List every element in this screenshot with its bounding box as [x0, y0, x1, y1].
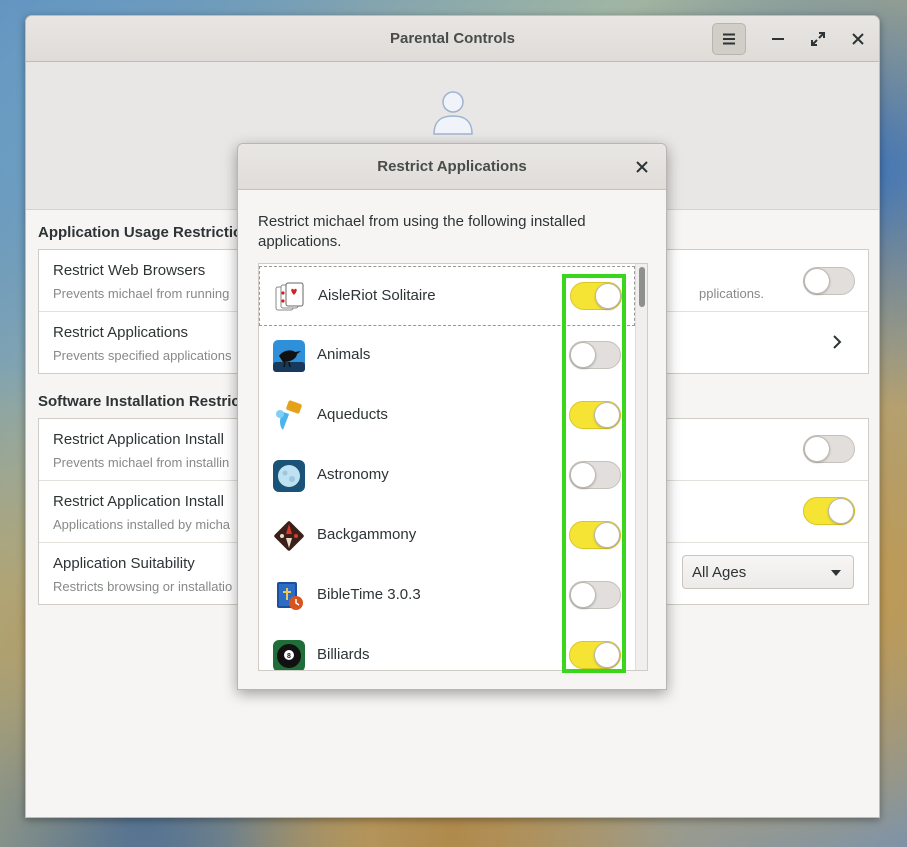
- install-section-heading: Software Installation Restric: [38, 393, 240, 410]
- restrict-web-browsers-switch[interactable]: [803, 267, 855, 295]
- row-subtitle: Prevents michael from installin: [53, 455, 230, 470]
- water-pipe-icon: [276, 400, 302, 430]
- bible-book-icon: [277, 582, 303, 610]
- headerbar: Parental Controls: [26, 16, 879, 62]
- minimize-button[interactable]: [761, 23, 795, 55]
- app-toggle-switch[interactable]: [569, 581, 621, 609]
- app-toggle-switch[interactable]: [569, 401, 621, 429]
- app-toggle-switch[interactable]: [569, 461, 621, 489]
- app-name: BibleTime 3.0.3: [317, 586, 421, 603]
- app-list-scrollbar[interactable]: [635, 264, 647, 670]
- eight-ball-icon: 8: [273, 640, 305, 670]
- app-name: Aqueducts: [317, 406, 388, 423]
- scrollbar-thumb[interactable]: [639, 267, 645, 307]
- hamburger-menu-icon: [723, 33, 735, 45]
- close-icon: [636, 161, 648, 173]
- restrict-applications-dialog: Restrict Applications Restrict michael f…: [237, 143, 667, 690]
- restrict-app-installation-switch[interactable]: [803, 435, 855, 463]
- row-subtitle: Prevents michael from running: [53, 286, 230, 301]
- row-title: Restrict Web Browsers: [53, 262, 206, 279]
- close-button[interactable]: [841, 23, 875, 55]
- row-title: Restrict Application Install: [53, 493, 224, 510]
- app-name: AisleRiot Solitaire: [318, 287, 436, 304]
- user-avatar-icon: [433, 91, 473, 135]
- row-subtitle: Restricts browsing or installatio: [53, 579, 233, 594]
- app-toggle-switch[interactable]: [569, 641, 621, 669]
- svg-text:8: 8: [287, 653, 291, 660]
- app-row[interactable]: Backgammony: [259, 506, 635, 566]
- app-name: Astronomy: [317, 466, 389, 483]
- dialog-header: Restrict Applications: [238, 144, 666, 190]
- crow-icon: [273, 340, 305, 372]
- dialog-description: Restrict michael from using the followin…: [258, 213, 586, 250]
- minimize-icon: [772, 38, 784, 40]
- row-subtitle: Applications installed by micha: [53, 517, 231, 532]
- maximize-icon: [811, 32, 825, 46]
- moon-icon: [273, 460, 305, 492]
- app-row[interactable]: Astronomy: [259, 446, 635, 506]
- suitability-dropdown[interactable]: All Ages: [682, 555, 854, 589]
- app-row[interactable]: AisleRiot Solitaire: [259, 266, 635, 326]
- app-toggle-switch[interactable]: [569, 341, 621, 369]
- app-toggle-switch[interactable]: [570, 282, 622, 310]
- chevron-right-icon: [833, 335, 842, 349]
- menu-button[interactable]: [712, 23, 746, 55]
- row-subtitle: Prevents specified applications: [53, 348, 232, 363]
- solitaire-cards-icon: [275, 282, 304, 311]
- app-row[interactable]: Animals: [259, 326, 635, 386]
- app-row[interactable]: BibleTime 3.0.3: [259, 566, 635, 626]
- dropdown-arrow-icon: [831, 570, 841, 576]
- app-row[interactable]: 8 Billiards: [259, 626, 635, 670]
- usage-section-heading: Application Usage Restrictio: [38, 224, 243, 241]
- row-title: Restrict Applications: [53, 324, 189, 341]
- app-name: Animals: [317, 346, 371, 363]
- app-name: Backgammony: [317, 526, 417, 543]
- window-title: Parental Controls: [389, 30, 516, 47]
- row-subtitle-continued: pplications.: [699, 286, 765, 301]
- row-title: Restrict Application Install: [53, 431, 224, 448]
- dialog-title: Restrict Applications: [377, 158, 527, 175]
- close-icon: [852, 33, 864, 45]
- app-name: Billiards: [317, 646, 370, 663]
- backgammon-board-icon: [274, 521, 304, 551]
- row-title: Application Suitability: [53, 555, 195, 572]
- restrict-app-installation-others-switch[interactable]: [803, 497, 855, 525]
- app-toggle-switch[interactable]: [569, 521, 621, 549]
- app-list: AisleRiot Solitaire Animals Aqueducts As…: [258, 263, 648, 671]
- dialog-close-button[interactable]: [630, 156, 654, 178]
- dropdown-value: All Ages: [692, 564, 747, 581]
- maximize-button[interactable]: [801, 23, 835, 55]
- app-row[interactable]: Aqueducts: [259, 386, 635, 446]
